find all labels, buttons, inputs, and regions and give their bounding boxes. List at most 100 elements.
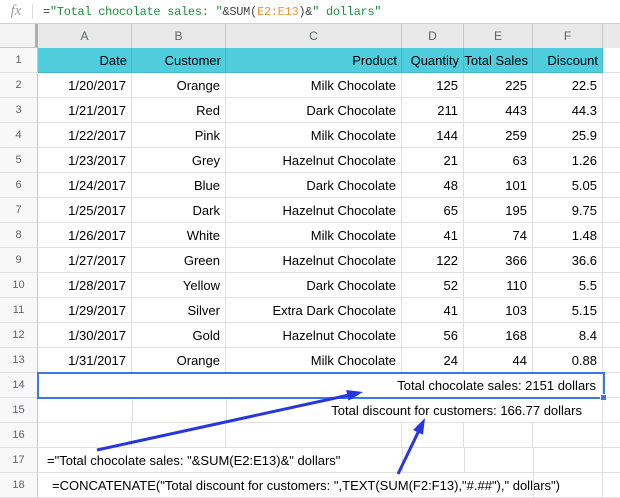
row-header-9[interactable]: 9 [0, 248, 38, 273]
cell-f3[interactable]: 44.3 [533, 98, 603, 123]
cell-overflow[interactable] [603, 273, 620, 298]
header-cell-total-sales[interactable]: Total Sales [464, 48, 533, 73]
cell-b2[interactable]: Orange [132, 73, 226, 98]
cell-f6[interactable]: 5.05 [533, 173, 603, 198]
cell-c2[interactable]: Milk Chocolate [226, 73, 402, 98]
cell-c8[interactable]: Milk Chocolate [226, 223, 402, 248]
cell-overflow[interactable] [603, 348, 620, 373]
select-all-corner[interactable] [0, 24, 38, 48]
cell-d6[interactable]: 48 [402, 173, 464, 198]
cell-overflow[interactable] [603, 223, 620, 248]
cell-e10[interactable]: 110 [464, 273, 533, 298]
row-header-2[interactable]: 2 [0, 73, 38, 98]
cell-b13[interactable]: Orange [132, 348, 226, 373]
cell-b11[interactable]: Silver [132, 298, 226, 323]
cell-e4[interactable]: 259 [464, 123, 533, 148]
row-header-10[interactable]: 10 [0, 273, 38, 298]
cell-a13[interactable]: 1/31/2017 [38, 348, 132, 373]
cell-d12[interactable]: 56 [402, 323, 464, 348]
cell-overflow[interactable] [603, 148, 620, 173]
cell-overflow[interactable] [603, 448, 620, 473]
column-header-A[interactable]: A [38, 24, 132, 48]
cell-d7[interactable]: 65 [402, 198, 464, 223]
cell-f9[interactable]: 36.6 [533, 248, 603, 273]
cell-overflow[interactable] [603, 323, 620, 348]
header-cell-product[interactable]: Product [226, 48, 402, 73]
cell-b4[interactable]: Pink [132, 123, 226, 148]
column-header-B[interactable]: B [132, 24, 226, 48]
cell-formula-text-sales[interactable]: ="Total chocolate sales: "&SUM(E2:E13)&"… [38, 448, 603, 473]
row-header-3[interactable]: 3 [0, 98, 38, 123]
formula-input[interactable]: ="Total chocolate sales: "&SUM(E2:E13)&"… [43, 5, 382, 19]
cell-c7[interactable]: Hazelnut Chocolate [226, 198, 402, 223]
cell-f5[interactable]: 1.26 [533, 148, 603, 173]
cell-overflow[interactable] [603, 198, 620, 223]
header-cell-customer[interactable]: Customer [132, 48, 226, 73]
cell-empty[interactable] [533, 423, 603, 448]
cell-e8[interactable]: 74 [464, 223, 533, 248]
cell-b3[interactable]: Red [132, 98, 226, 123]
cell-overflow[interactable] [603, 423, 620, 448]
cell-b5[interactable]: Grey [132, 148, 226, 173]
cell-overflow[interactable] [603, 298, 620, 323]
row-header-18[interactable]: 18 [0, 473, 38, 498]
cell-a3[interactable]: 1/21/2017 [38, 98, 132, 123]
cell-f4[interactable]: 25.9 [533, 123, 603, 148]
cell-b6[interactable]: Blue [132, 173, 226, 198]
row-header-12[interactable]: 12 [0, 323, 38, 348]
cell-total-sales-result[interactable]: Total chocolate sales: 2151 dollars [38, 373, 603, 398]
row-header-16[interactable]: 16 [0, 423, 38, 448]
cell-c10[interactable]: Dark Chocolate [226, 273, 402, 298]
cell-d4[interactable]: 144 [402, 123, 464, 148]
cell-overflow[interactable] [603, 98, 620, 123]
cell-e2[interactable]: 225 [464, 73, 533, 98]
cell-d10[interactable]: 52 [402, 273, 464, 298]
column-header-F[interactable]: F [533, 24, 603, 48]
cell-b9[interactable]: Green [132, 248, 226, 273]
cell-overflow[interactable] [603, 398, 620, 423]
cell-a9[interactable]: 1/27/2017 [38, 248, 132, 273]
cell-a11[interactable]: 1/29/2017 [38, 298, 132, 323]
row-header-15[interactable]: 15 [0, 398, 38, 423]
cell-f11[interactable]: 5.15 [533, 298, 603, 323]
row-header-7[interactable]: 7 [0, 198, 38, 223]
cell-a2[interactable]: 1/20/2017 [38, 73, 132, 98]
cell-e11[interactable]: 103 [464, 298, 533, 323]
cell-e12[interactable]: 168 [464, 323, 533, 348]
cell-d9[interactable]: 122 [402, 248, 464, 273]
cell-d3[interactable]: 211 [402, 98, 464, 123]
cell-c5[interactable]: Hazelnut Chocolate [226, 148, 402, 173]
cell-empty[interactable] [132, 423, 226, 448]
cell-d11[interactable]: 41 [402, 298, 464, 323]
row-header-11[interactable]: 11 [0, 298, 38, 323]
cell-a7[interactable]: 1/25/2017 [38, 198, 132, 223]
cell-b7[interactable]: Dark [132, 198, 226, 223]
cell-e6[interactable]: 101 [464, 173, 533, 198]
cell-a12[interactable]: 1/30/2017 [38, 323, 132, 348]
row-header-4[interactable]: 4 [0, 123, 38, 148]
cell-c4[interactable]: Milk Chocolate [226, 123, 402, 148]
cell-f8[interactable]: 1.48 [533, 223, 603, 248]
cell-a6[interactable]: 1/24/2017 [38, 173, 132, 198]
row-header-8[interactable]: 8 [0, 223, 38, 248]
cell-formula-text-discount[interactable]: =CONCATENATE("Total discount for custome… [38, 473, 603, 498]
column-header-D[interactable]: D [402, 24, 464, 48]
cell-overflow[interactable] [603, 173, 620, 198]
cell-empty[interactable] [38, 423, 132, 448]
cell-d2[interactable]: 125 [402, 73, 464, 98]
cell-e3[interactable]: 443 [464, 98, 533, 123]
cell-empty[interactable] [402, 423, 464, 448]
row-header-5[interactable]: 5 [0, 148, 38, 173]
row-header-14[interactable]: 14 [0, 373, 38, 398]
cell-overflow[interactable] [603, 248, 620, 273]
cell-a5[interactable]: 1/23/2017 [38, 148, 132, 173]
cell-f12[interactable]: 8.4 [533, 323, 603, 348]
header-cell-discount[interactable]: Discount [533, 48, 603, 73]
cell-a4[interactable]: 1/22/2017 [38, 123, 132, 148]
cell-f2[interactable]: 22.5 [533, 73, 603, 98]
row-header-17[interactable]: 17 [0, 448, 38, 473]
column-header-C[interactable]: C [226, 24, 402, 48]
fill-handle[interactable] [600, 394, 607, 401]
cell-b10[interactable]: Yellow [132, 273, 226, 298]
cell-c3[interactable]: Dark Chocolate [226, 98, 402, 123]
